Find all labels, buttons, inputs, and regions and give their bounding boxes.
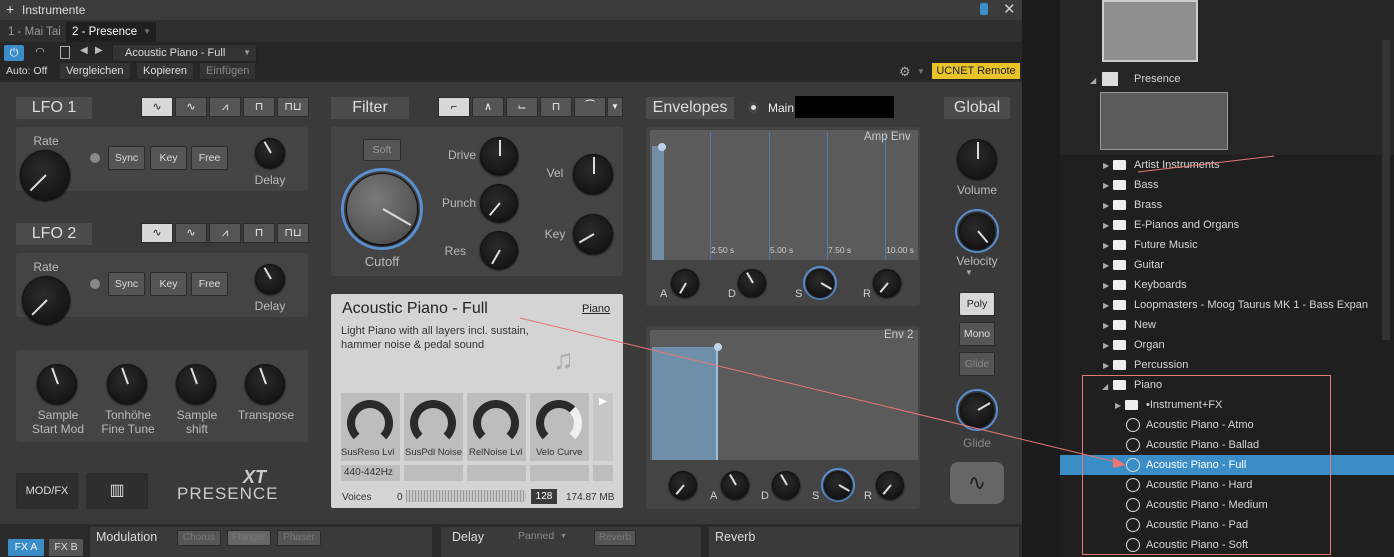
annotation-overlay xyxy=(519,155,1275,468)
annotation-underline xyxy=(1137,155,1275,173)
arrowhead-icon xyxy=(1113,457,1126,468)
annotation-arrow xyxy=(519,317,1121,464)
